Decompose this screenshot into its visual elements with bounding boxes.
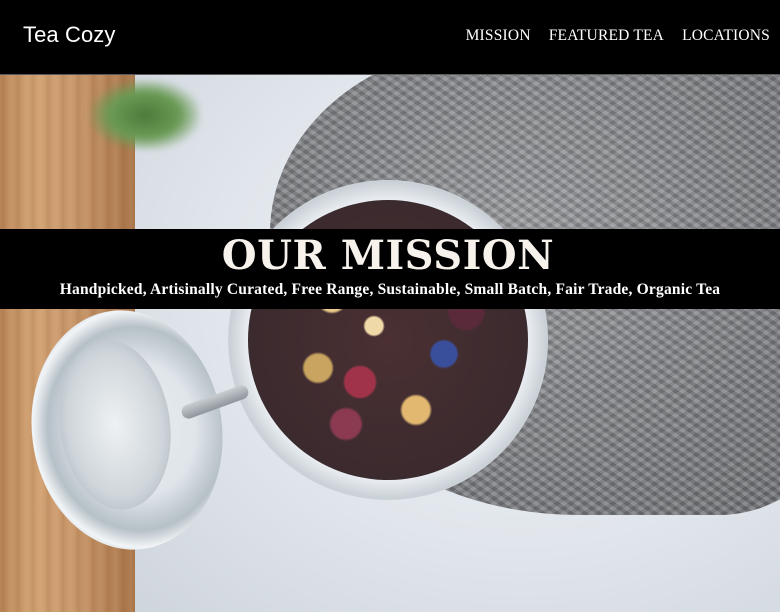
- logo[interactable]: Tea Cozy: [23, 22, 116, 48]
- page: Tea Cozy MISSION FEATURED TEA LOCATIONS …: [0, 0, 780, 612]
- leaf: [90, 80, 200, 150]
- nav-link-mission[interactable]: MISSION: [466, 27, 531, 45]
- hero-image: [0, 75, 780, 612]
- nav-bar: MISSION FEATURED TEA LOCATIONS: [448, 27, 770, 45]
- mission-subtitle: Handpicked, Artisinally Curated, Free Ra…: [59, 281, 721, 298]
- nav-link-featured-tea[interactable]: FEATURED TEA: [549, 27, 664, 45]
- mission-banner: OUR MISSION Handpicked, Artisinally Cura…: [0, 229, 780, 309]
- mission-title: OUR MISSION: [221, 232, 555, 279]
- header: Tea Cozy MISSION FEATURED TEA LOCATIONS: [0, 0, 780, 75]
- nav-link-locations[interactable]: LOCATIONS: [682, 27, 770, 45]
